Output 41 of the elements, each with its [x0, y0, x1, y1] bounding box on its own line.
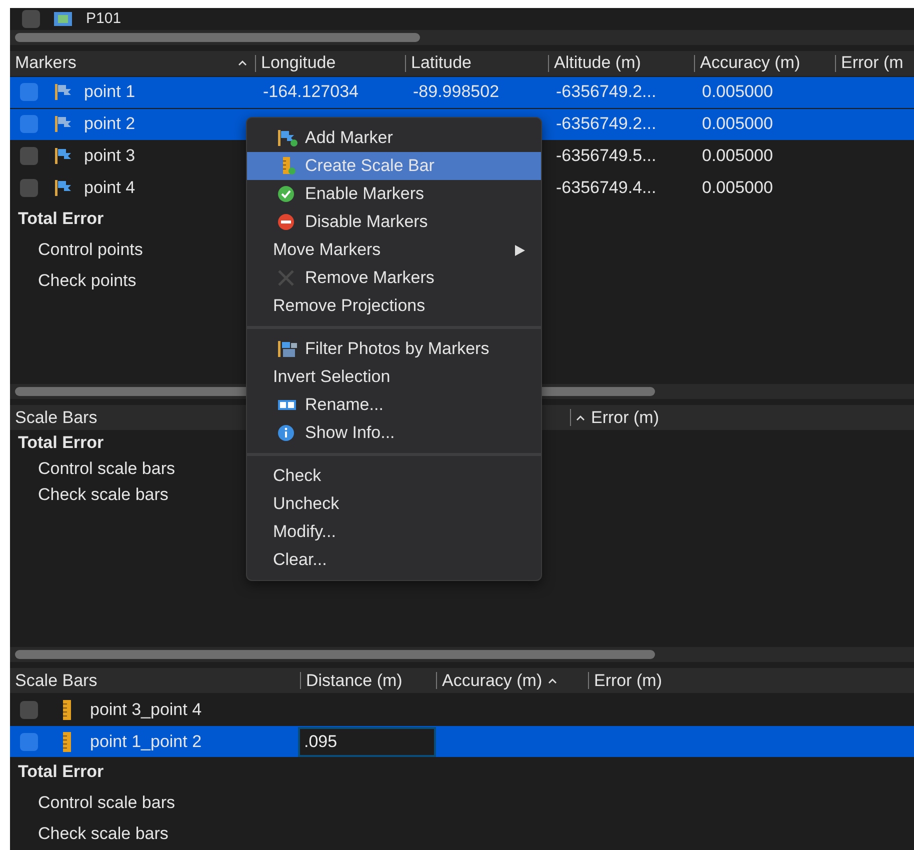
- summary-label: Control points: [38, 240, 143, 260]
- summary-label: Total Error: [18, 433, 104, 454]
- menu-label: Filter Photos by Markers: [305, 339, 490, 359]
- marker-name: point 3: [84, 146, 136, 166]
- table-cell-text: -6356749.5...: [555, 146, 658, 166]
- menu-label: Show Info...: [305, 423, 395, 443]
- menu-label: Clear...: [273, 550, 327, 570]
- table-cell-text: 0.005000: [701, 178, 774, 198]
- table-cell-text: -6356749.2...: [555, 82, 658, 102]
- table-cell-text: -164.127034: [262, 82, 360, 102]
- menu-label: Check: [273, 466, 322, 486]
- scale-bar-name: point 3_point 4: [90, 700, 202, 720]
- table-cell-text: -89.998502: [412, 82, 500, 102]
- marker-name: point 2: [84, 114, 136, 134]
- summary-label: Control scale bars: [38, 793, 176, 814]
- summary-label: Check scale bars: [38, 824, 168, 844]
- menu-label: Modify...: [273, 522, 336, 542]
- menu-label: Add Marker: [305, 128, 393, 148]
- table-cell-text: 0.005000: [701, 146, 774, 166]
- menu-label: Remove Projections: [273, 296, 426, 316]
- summary-label: Check scale bars: [38, 485, 168, 506]
- menu-label: Rename...: [305, 395, 384, 415]
- table-cell-text: -6356749.2...: [555, 114, 658, 134]
- menu-label: Remove Markers: [305, 268, 434, 288]
- photo-label: P101: [86, 10, 122, 28]
- menu-label: Move Markers: [273, 240, 381, 260]
- menu-label: Disable Markers: [305, 212, 428, 232]
- summary-label: Total Error: [18, 762, 104, 782]
- table-cell-text: -6356749.4...: [555, 178, 658, 198]
- menu-label: Uncheck: [273, 494, 340, 514]
- summary-label: Total Error: [18, 208, 104, 229]
- summary-label: Check points: [38, 270, 136, 291]
- scale-bar-name: point 1_point 2: [90, 732, 202, 752]
- table-cell-text: 0.005000: [701, 114, 774, 134]
- table-cell-text: 0.005000: [701, 82, 774, 102]
- menu-label: Invert Selection: [273, 367, 390, 387]
- summary-label: Control scale bars: [38, 459, 176, 480]
- marker-name: point 4: [84, 178, 136, 198]
- marker-name: point 1: [84, 82, 136, 102]
- menu-label: Enable Markers: [305, 184, 424, 204]
- menu-label: Create Scale Bar: [305, 156, 434, 176]
